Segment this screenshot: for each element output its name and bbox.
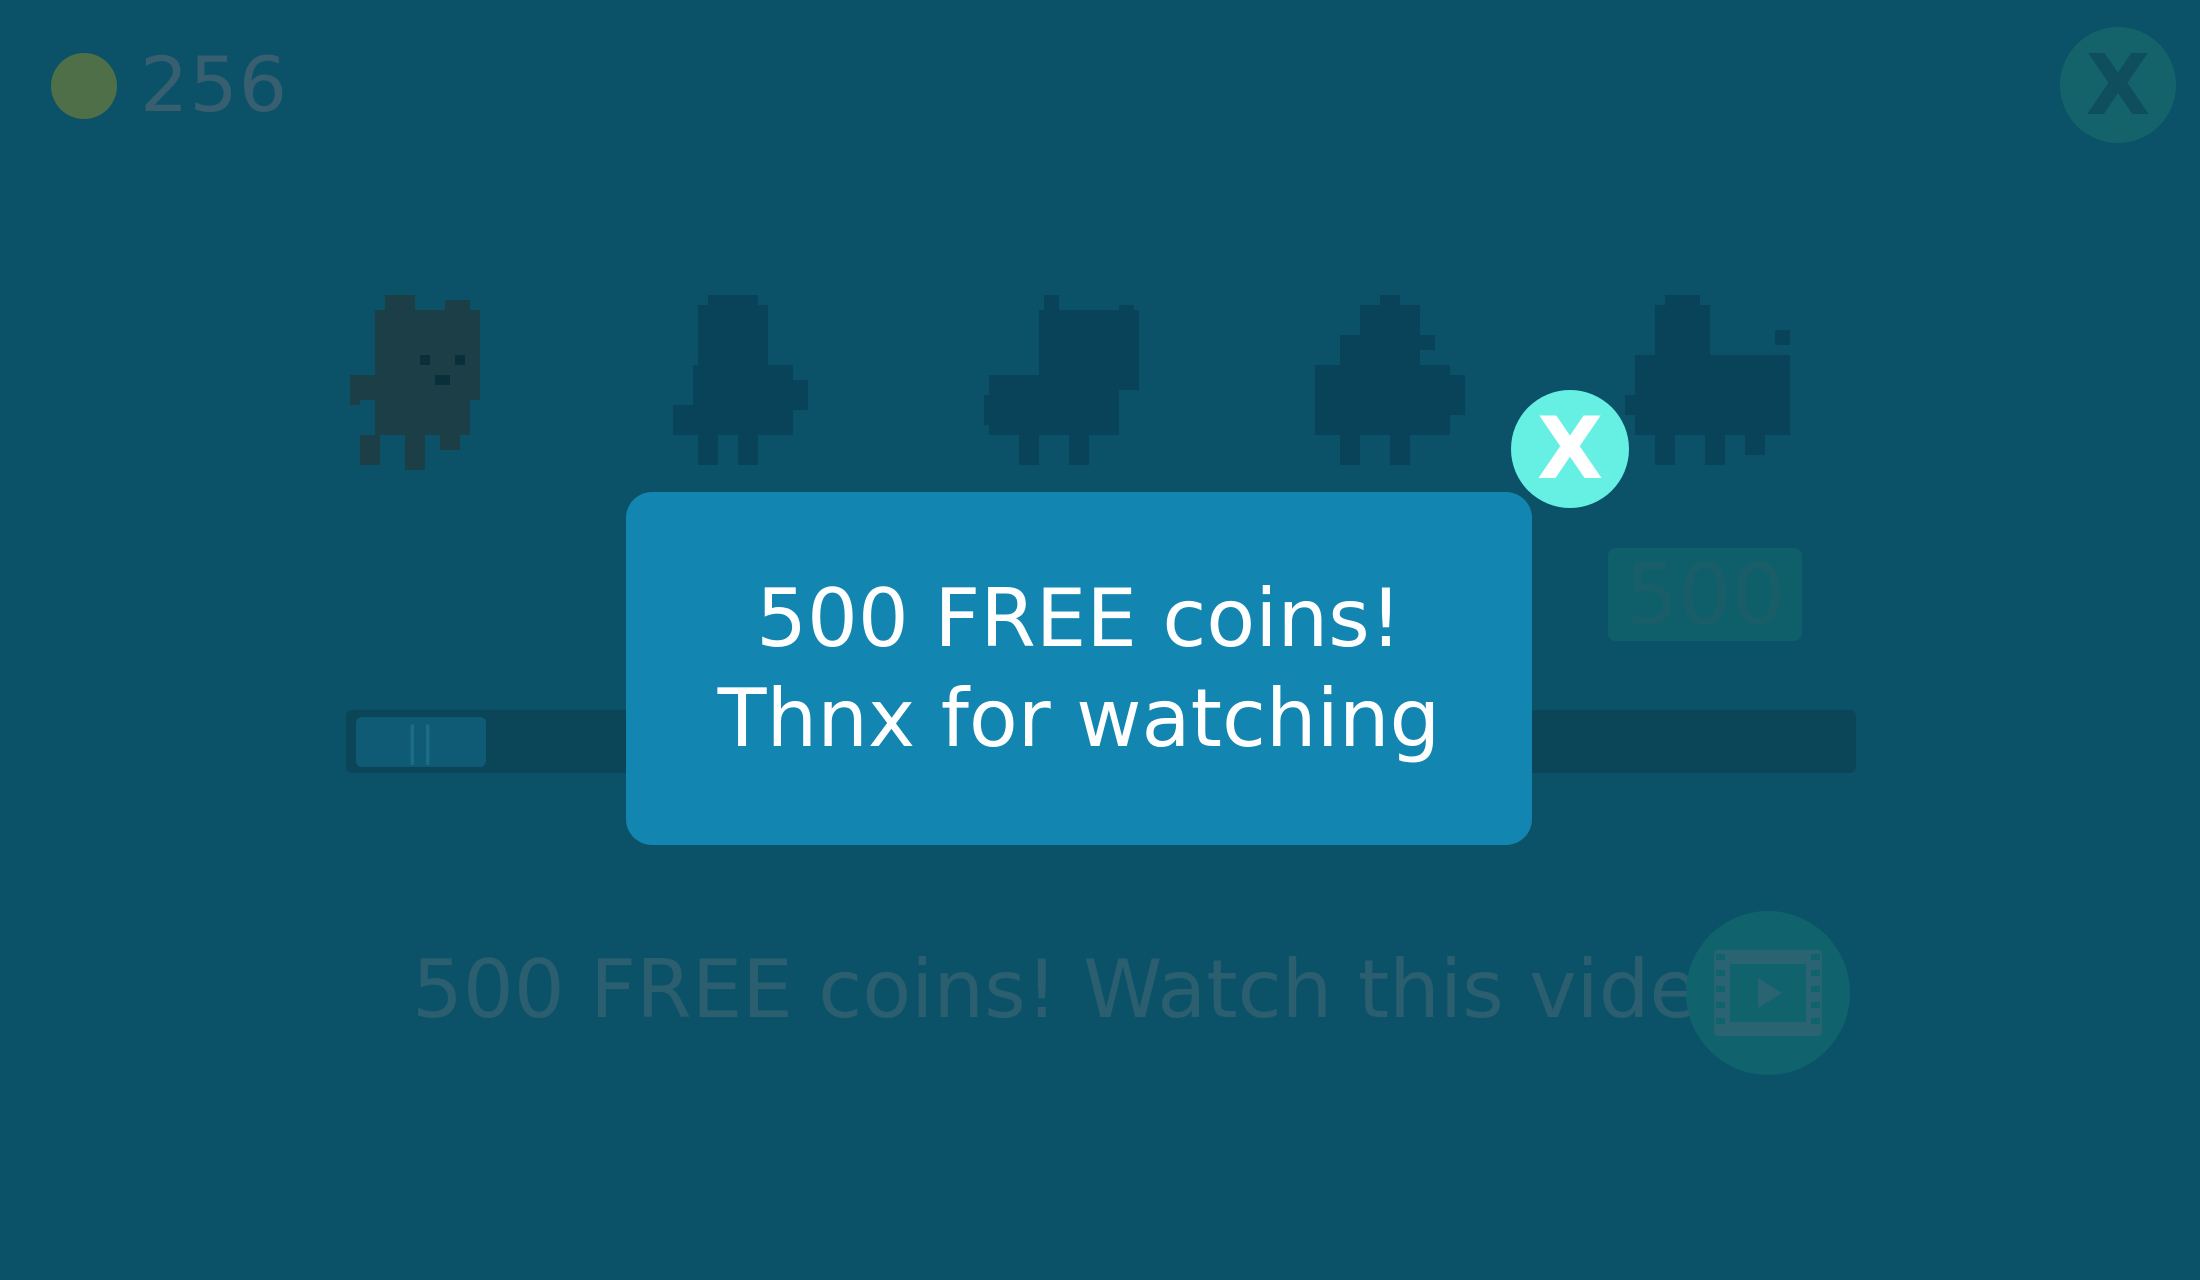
watch-video-offer-text: 500 FREE coins! Watch this video. — [412, 943, 1772, 1036]
film-play-icon — [1714, 950, 1822, 1036]
scroll-thumb[interactable]: || — [356, 717, 486, 767]
character-fox[interactable] — [984, 295, 1164, 495]
reward-modal: 500 FREE coins! Thnx for watching — [626, 492, 1532, 845]
modal-close-button[interactable]: X — [1511, 390, 1629, 508]
cat-icon — [1625, 295, 1790, 465]
character-dino[interactable] — [673, 295, 853, 495]
coin-count: 256 — [140, 40, 289, 129]
bear-icon — [350, 295, 480, 470]
fox-icon — [984, 295, 1139, 465]
character-bird[interactable] — [1310, 295, 1490, 495]
character-cat[interactable] — [1625, 295, 1805, 495]
coin-icon — [51, 53, 117, 119]
modal-title: 500 FREE coins! — [756, 571, 1402, 665]
price-tag[interactable]: 500 — [1608, 546, 1802, 644]
modal-message: Thnx for watching — [717, 671, 1441, 765]
watch-video-button[interactable] — [1686, 911, 1850, 1075]
character-bear[interactable] — [350, 295, 530, 495]
close-button[interactable]: X — [2060, 27, 2176, 143]
dino-icon — [673, 295, 808, 465]
bird-icon — [1315, 295, 1465, 465]
